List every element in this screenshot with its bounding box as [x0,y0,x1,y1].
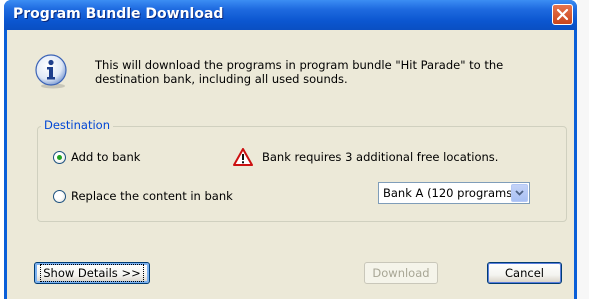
cancel-label: Cancel [505,266,544,280]
page-edge [577,0,589,299]
dialog-title: Program Bundle Download [13,6,224,22]
title-bar[interactable]: Program Bundle Download [4,0,577,30]
destination-group [37,126,567,222]
add-to-bank-radio[interactable] [53,150,66,164]
close-button[interactable] [552,4,573,25]
dialog-window: Program Bundle Download This will downlo… [4,0,577,299]
download-button[interactable]: Download [364,262,438,284]
replace-content-label: Replace the content in bank [71,189,233,203]
add-to-bank-label: Add to bank [71,150,141,164]
destination-legend: Destination [41,118,113,132]
chevron-down-icon [515,190,524,196]
download-message: This will download the programs in progr… [95,58,504,86]
close-icon [556,8,569,21]
replace-content-radio[interactable] [53,189,66,203]
dialog-content: This will download the programs in progr… [7,30,574,299]
warning-icon [233,148,253,166]
add-to-bank-option[interactable]: Add to bank [53,150,140,164]
bank-select[interactable]: Bank A (120 programs) [378,182,530,204]
replace-content-option[interactable]: Replace the content in bank [53,189,233,203]
download-label: Download [372,266,430,280]
warning-text: Bank requires 3 additional free location… [262,150,499,164]
show-details-button[interactable]: Show Details >> [34,262,150,284]
bank-warning: Bank requires 3 additional free location… [233,148,498,166]
cancel-button[interactable]: Cancel [487,262,562,284]
info-icon [35,54,67,89]
show-details-label: Show Details >> [40,264,144,282]
bank-select-value: Bank A (120 programs) [383,186,517,200]
bank-select-dropdown-button[interactable] [511,184,528,202]
